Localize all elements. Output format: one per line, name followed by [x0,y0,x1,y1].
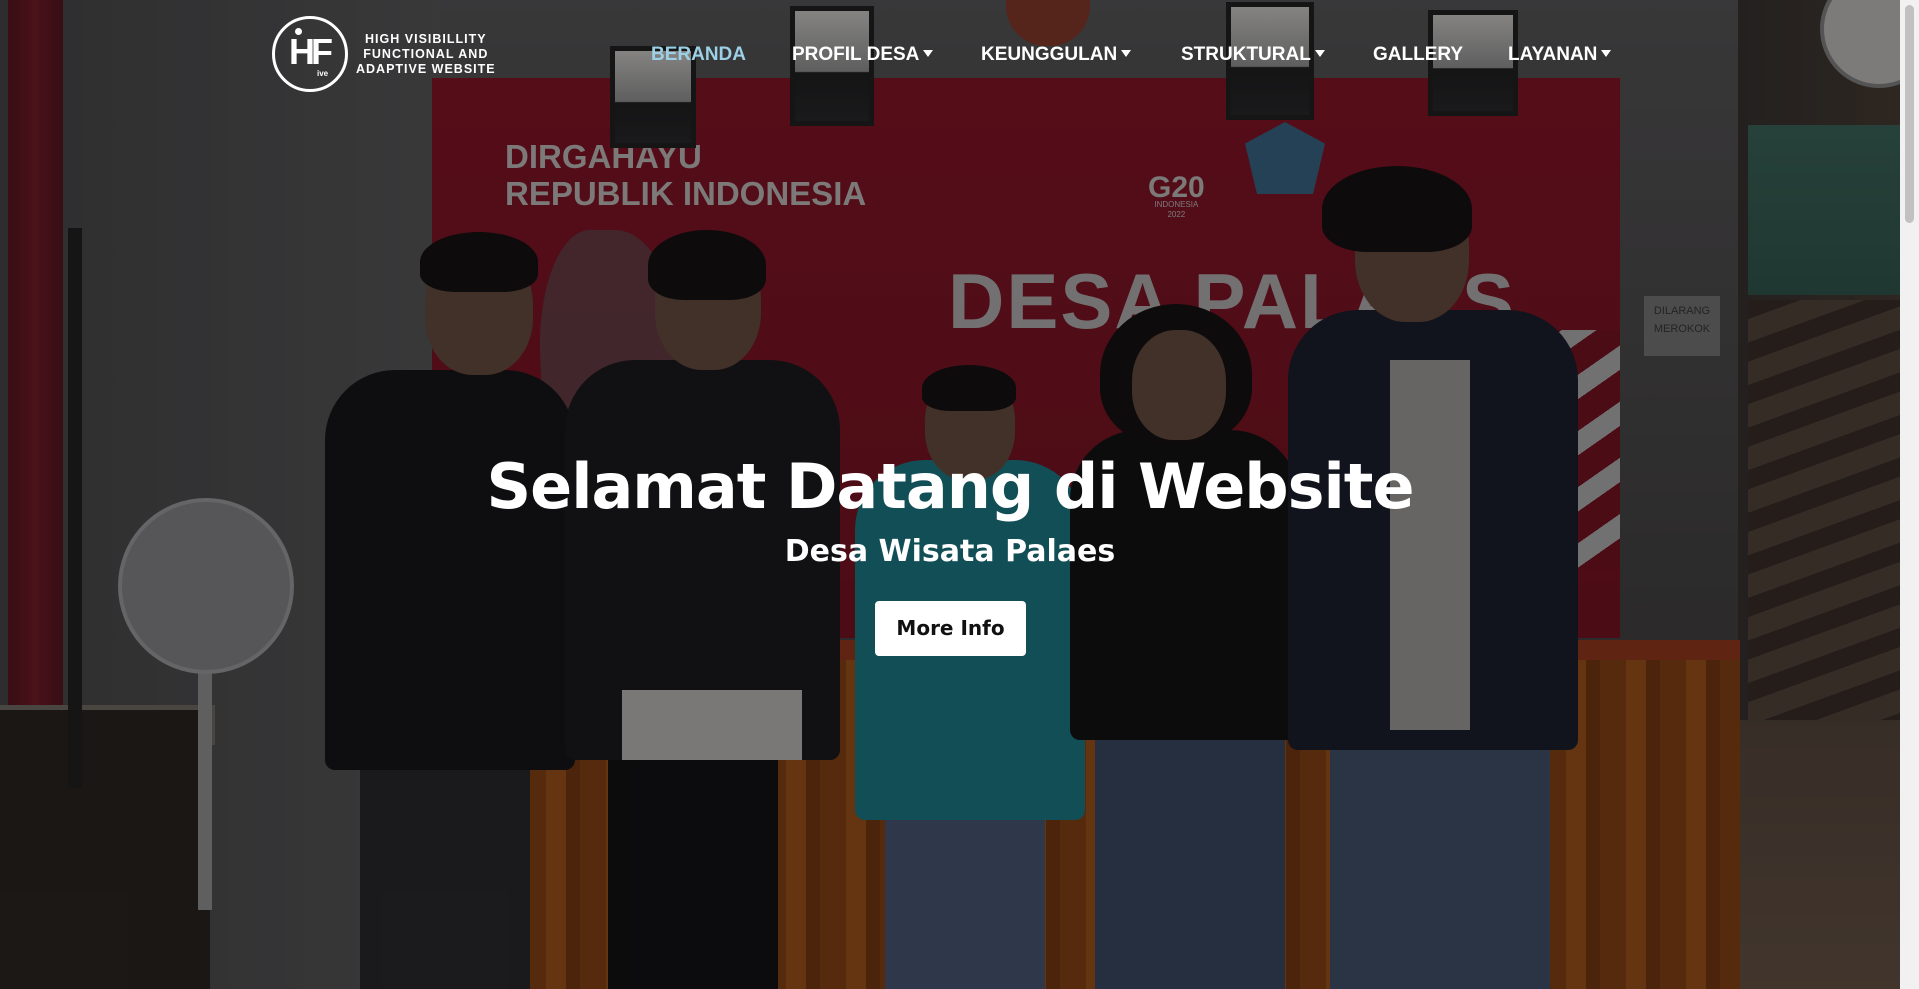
logo-tagline: HIGH VISIBILLITY FUNCTIONAL AND ADAPTIVE… [356,32,496,77]
hero-subtitle: Desa Wisata Palaes [784,534,1116,569]
logo-badge: HF ive [272,16,348,92]
logo-tagline-line: ADAPTIVE WEBSITE [356,61,496,76]
logo-mark-sub: ive [317,69,329,78]
caret-down-icon [1601,50,1612,57]
nav-item-label: BERANDA [651,44,746,65]
nav-item-gallery[interactable]: GALLERY [1373,44,1463,66]
logo-tagline-line: FUNCTIONAL AND [363,46,489,61]
nav-item-keunggulan[interactable]: KEUNGGULAN [981,44,1132,66]
nav-item-label: KEUNGGULAN [981,44,1118,65]
caret-down-icon [923,50,934,57]
nav-item-layanan[interactable]: LAYANAN [1508,44,1612,66]
nav-item-profil-desa[interactable]: PROFIL DESA [792,44,934,66]
logo-tagline-line: HIGH VISIBILLITY [365,31,487,46]
nav-item-label: LAYANAN [1508,44,1598,65]
nav-item-label: GALLERY [1373,44,1464,65]
nav-item-label: PROFIL DESA [792,44,920,65]
nav-item-beranda[interactable]: BERANDA [651,44,746,66]
nav-item-struktural[interactable]: STRUKTURAL [1181,44,1325,66]
more-info-button[interactable]: More Info [875,601,1026,656]
nav-item-label: STRUKTURAL [1181,44,1311,65]
hero-title: Selamat Datang di Website [486,450,1414,523]
scrollbar-thumb[interactable] [1905,5,1914,223]
caret-down-icon [1121,50,1132,57]
page-scrollbar[interactable] [1900,0,1919,989]
caret-down-icon [1314,50,1325,57]
site-logo[interactable]: HF ive HIGH VISIBILLITY FUNCTIONAL AND A… [272,16,496,92]
logo-mark: HF [289,31,333,72]
